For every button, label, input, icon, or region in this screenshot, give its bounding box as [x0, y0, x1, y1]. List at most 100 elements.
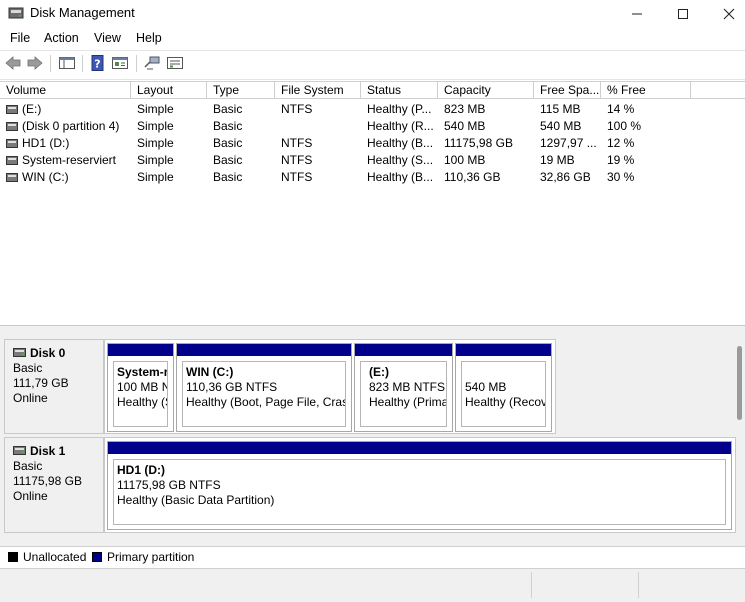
cell-type: Basic — [213, 102, 243, 116]
table-row[interactable]: WIN (C:) Simple Basic NTFS Healthy (B...… — [0, 169, 745, 186]
connect-icon[interactable] — [143, 55, 161, 71]
volume-icon — [6, 122, 18, 131]
partition-status: Healthy (Primary — [369, 395, 447, 409]
cell-volume: HD1 (D:) — [22, 136, 70, 150]
partition-hd1-d[interactable]: HD1 (D:) 11175,98 GB NTFS Healthy (Basic… — [107, 441, 732, 530]
table-row[interactable]: System-reserviert Simple Basic NTFS Heal… — [0, 152, 745, 169]
legend-label-primary: Primary partition — [107, 550, 195, 564]
primary-partition-bar — [108, 344, 173, 356]
cell-capacity: 823 MB — [444, 102, 486, 116]
disk-0-label[interactable]: Disk 0 Basic 111,79 GB Online — [4, 339, 104, 434]
partition-name: System-re — [117, 365, 168, 379]
column-header-capacity[interactable]: Capacity — [438, 82, 534, 99]
legend-swatch-primary — [92, 552, 102, 562]
maximize-button[interactable] — [660, 0, 706, 28]
help-icon[interactable]: ? — [89, 55, 107, 71]
disk-1-label[interactable]: Disk 1 Basic 11175,98 GB Online — [4, 437, 104, 533]
partition-status: Healthy (Basic Data Partition) — [117, 493, 275, 507]
disk-management-icon — [8, 7, 24, 19]
disk-type: Basic — [13, 459, 43, 473]
volume-icon — [6, 156, 18, 165]
cell-capacity: 100 MB — [444, 153, 486, 167]
forward-arrow-icon[interactable] — [26, 55, 44, 71]
cell-layout: Simple — [137, 153, 174, 167]
cell-free-space: 115 MB — [540, 102, 581, 116]
cell-volume: WIN (C:) — [22, 170, 69, 184]
toolbar-separator — [136, 55, 137, 72]
disk-type: Basic — [13, 361, 43, 375]
cell-percent-free: 100 % — [607, 119, 642, 133]
close-icon — [723, 8, 735, 20]
status-bar — [0, 568, 745, 602]
cell-percent-free: 19 % — [607, 153, 635, 167]
partition-details: WIN (C:) 110,36 GB NTFS Healthy (Boot, P… — [182, 361, 346, 427]
partition-e[interactable]: (E:) 823 MB NTFS Healthy (Primary — [354, 343, 453, 432]
maximize-icon — [678, 9, 688, 19]
partition-size: 823 MB NTFS — [369, 380, 446, 394]
vertical-scrollbar-thumb[interactable] — [737, 346, 742, 420]
column-header-percent-free[interactable]: % Free — [601, 82, 691, 99]
cell-layout: Simple — [137, 119, 174, 133]
back-arrow-icon[interactable] — [4, 55, 22, 71]
cell-volume: System-reserviert — [22, 153, 117, 167]
table-row[interactable]: (E:) Simple Basic NTFS Healthy (P... 823… — [0, 101, 745, 118]
column-header-filler — [691, 82, 745, 99]
disk-name: Disk 0 — [30, 346, 66, 360]
table-row[interactable]: HD1 (D:) Simple Basic NTFS Healthy (B...… — [0, 135, 745, 152]
cell-capacity: 540 MB — [444, 119, 486, 133]
console-tree-icon[interactable] — [58, 55, 76, 71]
cell-status: Healthy (P... — [367, 102, 432, 116]
menu-file[interactable]: File — [10, 31, 30, 45]
disk-icon — [13, 348, 26, 357]
column-header-type[interactable]: Type — [207, 82, 275, 99]
partition-size: 100 MB NT — [117, 380, 167, 394]
cell-capacity: 110,36 GB — [444, 170, 501, 184]
column-header-free-space[interactable]: Free Spa... — [534, 82, 601, 99]
partition-status: Healthy (S — [117, 395, 168, 409]
primary-partition-bar — [355, 344, 452, 356]
primary-partition-bar — [108, 442, 731, 454]
minimize-button[interactable] — [614, 0, 660, 28]
table-row[interactable]: (Disk 0 partition 4) Simple Basic Health… — [0, 118, 745, 135]
cell-free-space: 32,86 GB — [540, 170, 591, 184]
properties-icon[interactable] — [111, 55, 129, 71]
window-title: Disk Management — [30, 5, 135, 20]
partition-win-c[interactable]: WIN (C:) 110,36 GB NTFS Healthy (Boot, P… — [176, 343, 352, 432]
partition-size: 11175,98 GB NTFS — [117, 478, 221, 492]
column-header-layout[interactable]: Layout — [131, 82, 207, 99]
partition-size: 110,36 GB NTFS — [186, 380, 278, 394]
cell-percent-free: 14 % — [607, 102, 635, 116]
menu-help[interactable]: Help — [136, 31, 162, 45]
column-header-status[interactable]: Status — [361, 82, 438, 99]
cell-volume: (E:) — [22, 102, 42, 116]
partition-system-reserved[interactable]: System-re 100 MB NT Healthy (S — [107, 343, 174, 432]
partition-details: 540 MB Healthy (Recove — [461, 361, 546, 427]
legend-swatch-unallocated — [8, 552, 18, 562]
close-button[interactable] — [706, 0, 745, 28]
settings-list-icon[interactable] — [166, 55, 184, 71]
partition-recovery[interactable]: 540 MB Healthy (Recove — [455, 343, 552, 432]
column-header-file-system[interactable]: File System — [275, 82, 361, 99]
disk-state: Online — [13, 489, 48, 503]
disk-state: Online — [13, 391, 48, 405]
partition-status: Healthy (Boot, Page File, Crash — [186, 395, 346, 409]
volume-icon — [6, 105, 18, 114]
cell-file-system: NTFS — [281, 136, 313, 150]
cell-type: Basic — [213, 170, 243, 184]
cell-free-space: 540 MB — [540, 119, 582, 133]
status-bar-divider — [531, 572, 532, 598]
menu-action[interactable]: Action — [44, 31, 79, 45]
volume-icon — [6, 139, 18, 148]
toolbar-separator — [50, 55, 51, 72]
partition-status: Healthy (Recove — [465, 395, 546, 409]
legend-label-unallocated: Unallocated — [23, 550, 87, 564]
cell-file-system: NTFS — [281, 102, 313, 116]
cell-type: Basic — [213, 119, 243, 133]
svg-text:?: ? — [94, 58, 100, 71]
cell-free-space: 1297,97 ... — [540, 136, 597, 150]
cell-status: Healthy (B... — [367, 136, 434, 150]
minimize-icon — [632, 13, 642, 15]
column-header-volume[interactable]: Volume — [0, 82, 131, 99]
menu-view[interactable]: View — [94, 31, 121, 45]
cell-file-system — [281, 118, 361, 135]
